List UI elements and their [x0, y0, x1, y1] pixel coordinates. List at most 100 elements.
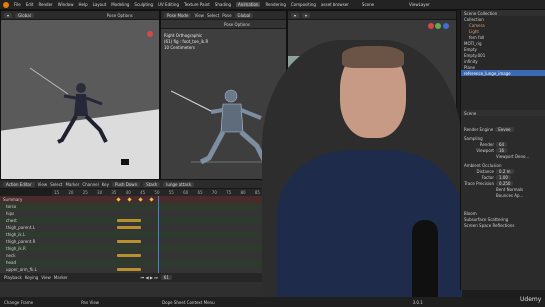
- pose-options-label[interactable]: Pose Options: [224, 22, 250, 27]
- ssr-section[interactable]: Screen Space Reflections: [461, 222, 545, 228]
- small-object: [121, 159, 129, 165]
- pose-mode-dropdown[interactable]: ▾: [291, 12, 300, 18]
- render-engine-row[interactable]: Render Engine Eevee: [461, 126, 545, 132]
- microphone: [412, 220, 438, 307]
- tab-layout[interactable]: Layout: [93, 2, 107, 7]
- editor-type-dropdown[interactable]: Action Editor: [3, 181, 35, 187]
- frame-number: 30: [97, 190, 103, 195]
- axis-gizmo-left[interactable]: [147, 31, 153, 38]
- tab-compositing[interactable]: Compositing: [291, 2, 316, 7]
- global-dropdown[interactable]: Global: [234, 12, 254, 18]
- axis-gizmo-right[interactable]: [428, 23, 449, 30]
- frame-number: 80: [240, 190, 246, 195]
- blender-logo-icon[interactable]: [3, 1, 9, 8]
- middle-viewport-subheader: Pose Options: [161, 20, 286, 29]
- view-layer-selector[interactable]: ViewLayer: [409, 2, 430, 7]
- channel-row[interactable]: head: [0, 259, 262, 266]
- left-viewport[interactable]: ▾ Global Pose Options: [0, 10, 160, 180]
- factor-field[interactable]: 1.00: [496, 174, 511, 180]
- channel-row[interactable]: thigh_ik.L: [0, 231, 262, 238]
- keyframe-hold[interactable]: [117, 226, 141, 229]
- frame-number: 85: [254, 190, 260, 195]
- menu-marker[interactable]: Marker: [65, 182, 79, 187]
- keyframe-hold[interactable]: [117, 254, 141, 257]
- render-samples-field[interactable]: 64: [496, 141, 508, 147]
- global-dropdown[interactable]: ▾: [302, 12, 311, 18]
- tab-animation[interactable]: Animation: [236, 2, 261, 7]
- playback-bar: Playback Keying View Marker ⏮ ◀ ▶ ⏭ 61: [0, 273, 262, 282]
- keying-menu[interactable]: Keying: [25, 275, 38, 280]
- frame-number: 75: [226, 190, 232, 195]
- left-viewport-header: ▾ Global Pose Options: [1, 11, 159, 20]
- viewport-info-overlay: Right Orthographic (61) fig : foot_toe_i…: [164, 33, 208, 51]
- outliner-item[interactable]: reference_lunge_image: [461, 70, 545, 76]
- menu-file[interactable]: File: [14, 2, 21, 7]
- keyframe-hold[interactable]: [117, 240, 141, 243]
- channel-row[interactable]: thigh_ik.R: [0, 245, 262, 252]
- render-engine-dropdown[interactable]: Eevee: [495, 126, 514, 132]
- menu-select[interactable]: Select: [207, 13, 219, 18]
- frame-number: 20: [68, 190, 74, 195]
- keyframe-hold[interactable]: [117, 268, 141, 271]
- menu-key[interactable]: Key: [102, 182, 109, 187]
- menu-render[interactable]: Render: [38, 2, 52, 7]
- pose-options-label[interactable]: Pose Options: [107, 13, 133, 18]
- menu-edit[interactable]: Edit: [26, 2, 34, 7]
- status-pan-view: Pan View: [81, 299, 100, 305]
- bounces-checkbox[interactable]: Bounces Ap...: [461, 192, 545, 198]
- channel-row[interactable]: torso: [0, 203, 262, 210]
- menu-window[interactable]: Window: [58, 2, 74, 7]
- stash-button[interactable]: Stash: [143, 181, 161, 187]
- menu-view[interactable]: View: [194, 13, 204, 18]
- tab-shading[interactable]: Shading: [215, 2, 231, 7]
- viewport-samples-field[interactable]: 16: [496, 147, 508, 153]
- timeline-strip[interactable]: [0, 282, 262, 297]
- view-menu[interactable]: View: [41, 275, 51, 280]
- current-frame-field[interactable]: 61: [160, 275, 172, 280]
- frame-number: 25: [82, 190, 88, 195]
- tab-sculpting[interactable]: Sculpting: [134, 2, 153, 7]
- grid-scale-label: 10 Centimeters: [164, 45, 195, 50]
- frame-number: 50: [154, 190, 160, 195]
- tab-modeling[interactable]: Modeling: [111, 2, 129, 7]
- tab-rendering[interactable]: Rendering: [265, 2, 285, 7]
- trace-precision-field[interactable]: 0.250: [496, 180, 514, 186]
- menu-channel[interactable]: Channel: [82, 182, 98, 187]
- playback-menu[interactable]: Playback: [4, 275, 22, 280]
- frame-number: 45: [140, 190, 146, 195]
- watermark: Udemy: [520, 296, 542, 303]
- status-bar: Change Frame Pan View Dope Sheet Context…: [0, 297, 545, 307]
- playhead[interactable]: [158, 196, 159, 273]
- menu-select[interactable]: Select: [50, 182, 62, 187]
- frame-ruler[interactable]: 15 20 25 30 35 40 45 50 55 60 65 70 75 8…: [52, 189, 262, 196]
- scene-collection-label: Scene Collection: [464, 10, 498, 16]
- global-dropdown[interactable]: Global: [15, 12, 34, 18]
- version-label: 3.0.1: [412, 299, 423, 305]
- menu-pose[interactable]: Pose: [222, 13, 231, 18]
- tab-uv-editing[interactable]: UV Editing: [158, 2, 179, 7]
- presenter-hair: [342, 46, 404, 68]
- top-menu-bar: File Edit Render Window Help Layout Mode…: [0, 0, 545, 10]
- tab-asset-browser[interactable]: asset browser: [321, 2, 349, 7]
- scene-selector[interactable]: Scene: [362, 2, 374, 7]
- action-editor-header: Action Editor View Select Marker Channel…: [0, 180, 262, 189]
- frame-number: 35: [111, 190, 117, 195]
- tab-texture-paint[interactable]: Texture Paint: [184, 2, 210, 7]
- channel-row[interactable]: hips: [0, 210, 262, 217]
- viewport-denoise-checkbox[interactable]: Viewport Deno...: [461, 153, 545, 159]
- marker-menu[interactable]: Marker: [54, 275, 68, 280]
- play-controls[interactable]: ⏮ ◀ ▶ ⏭: [141, 275, 158, 280]
- menu-view[interactable]: View: [38, 182, 48, 187]
- action-name-field[interactable]: lunge attack: [163, 181, 195, 187]
- distance-field[interactable]: 0.2 m: [496, 168, 514, 174]
- frame-number: 40: [125, 190, 131, 195]
- push-down-button[interactable]: Push Down: [112, 181, 141, 187]
- pose-mode-dropdown[interactable]: Pose Mode: [164, 12, 192, 18]
- frame-number: 65: [197, 190, 203, 195]
- outliner-panel: Scene Collection Collection Camera Light…: [460, 10, 545, 110]
- menu-help[interactable]: Help: [78, 2, 87, 7]
- view-mode-chip[interactable]: ▾: [4, 12, 13, 18]
- properties-scene-label: Scene: [461, 110, 545, 116]
- dopesheet-channels: Summary torso hips chest thigh_parent.L …: [0, 196, 262, 273]
- keyframe-hold[interactable]: [117, 219, 141, 222]
